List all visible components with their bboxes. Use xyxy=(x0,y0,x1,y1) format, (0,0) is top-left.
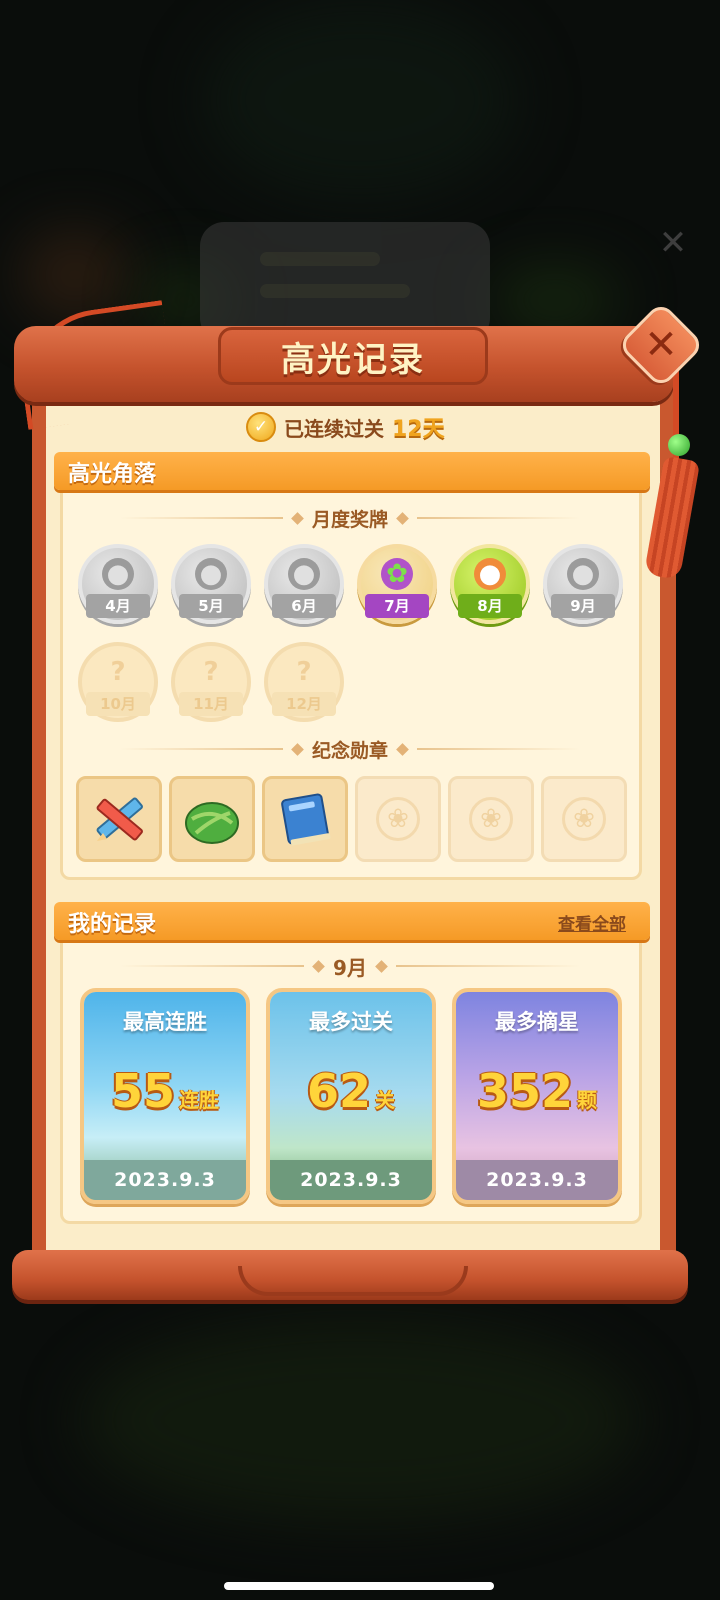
tassel-bead xyxy=(668,434,690,456)
medal-6-month[interactable]: ● 6月 xyxy=(264,544,344,624)
cat-icon: ● xyxy=(567,558,599,590)
record-card-most-stars[interactable]: 最多摘星 352 颗 2023.9.3 xyxy=(452,988,622,1204)
view-all-link[interactable]: 查看全部 xyxy=(558,910,626,935)
records-section-title: 我的记录 xyxy=(68,912,157,937)
peach-icon: ● xyxy=(288,558,320,590)
paw-icon: ❀ xyxy=(469,797,513,841)
medal-9-month[interactable]: ● 9月 xyxy=(543,544,623,624)
medal-month-label: 7月 xyxy=(365,594,429,618)
badge-locked[interactable]: ❀ xyxy=(448,776,534,862)
medal-month-label: 9月 xyxy=(551,594,615,618)
background-tooltip xyxy=(200,222,490,342)
home-indicator[interactable] xyxy=(224,1582,494,1590)
medal-month-label: 6月 xyxy=(272,594,336,618)
medal-8-month[interactable]: ● 8月 xyxy=(450,544,530,624)
medal-11-month[interactable]: ? 11月 xyxy=(171,642,251,722)
commemorative-badges-header: 纪念勋章 xyxy=(120,735,581,763)
medal-month-label: 4月 xyxy=(86,594,150,618)
medal-month-label: 5月 xyxy=(179,594,243,618)
records-month-header: 9月 xyxy=(120,952,581,980)
highlights-section-bar: 高光角落 xyxy=(54,452,650,490)
monthly-medals-header: 月度奖牌 xyxy=(120,504,581,532)
tomato-icon: ● xyxy=(102,558,134,590)
zongzi-icon xyxy=(185,802,239,844)
question-icon: ? xyxy=(203,657,219,687)
coconut-icon: ● xyxy=(474,558,506,590)
background-close-icon: ✕ xyxy=(658,223,688,263)
streak-row: ✓ 已连续过关 12天 xyxy=(246,410,445,444)
medal-month-label: 10月 xyxy=(86,692,150,716)
medal-month-label: 12月 xyxy=(272,692,336,716)
medal-5-month[interactable]: ● 5月 xyxy=(171,544,251,624)
question-icon: ? xyxy=(296,657,312,687)
scroll-handle xyxy=(238,1266,468,1296)
records-section-bar: 我的记录 查看全部 xyxy=(54,902,650,940)
record-card-win-streak[interactable]: 最高连胜 55 连胜 2023.9.3 xyxy=(80,988,250,1204)
paw-icon: ❀ xyxy=(376,797,420,841)
badge-pencil-ruler[interactable] xyxy=(76,776,162,862)
check-coin-icon: ✓ xyxy=(246,412,276,442)
medal-4-month[interactable]: ● 4月 xyxy=(78,544,158,624)
close-icon[interactable]: ✕ xyxy=(630,314,692,376)
medal-month-label: 8月 xyxy=(458,594,522,618)
title-banner: 高光记录 xyxy=(218,327,488,385)
pencil-ruler-icon xyxy=(96,797,143,841)
badge-zongzi[interactable] xyxy=(169,776,255,862)
cow-icon: ● xyxy=(195,558,227,590)
badge-book[interactable] xyxy=(262,776,348,862)
medal-10-month[interactable]: ? 10月 xyxy=(78,642,158,722)
question-icon: ? xyxy=(110,657,126,687)
page-title: 高光记录 xyxy=(281,339,425,380)
badge-locked[interactable]: ❀ xyxy=(541,776,627,862)
book-icon xyxy=(281,793,331,846)
medal-12-month[interactable]: ? 12月 xyxy=(264,642,344,722)
highlights-section-title: 高光角落 xyxy=(68,462,157,487)
medal-7-month[interactable]: ✿ 7月 xyxy=(357,544,437,624)
streak-value: 12天 xyxy=(392,417,445,442)
record-card-most-levels[interactable]: 最多过关 62 关 2023.9.3 xyxy=(266,988,436,1204)
medal-month-label: 11月 xyxy=(179,692,243,716)
paw-icon: ❀ xyxy=(562,797,606,841)
badge-locked[interactable]: ❀ xyxy=(355,776,441,862)
mangosteen-icon: ✿ xyxy=(381,558,413,590)
streak-label: 已连续过关 xyxy=(284,416,384,441)
